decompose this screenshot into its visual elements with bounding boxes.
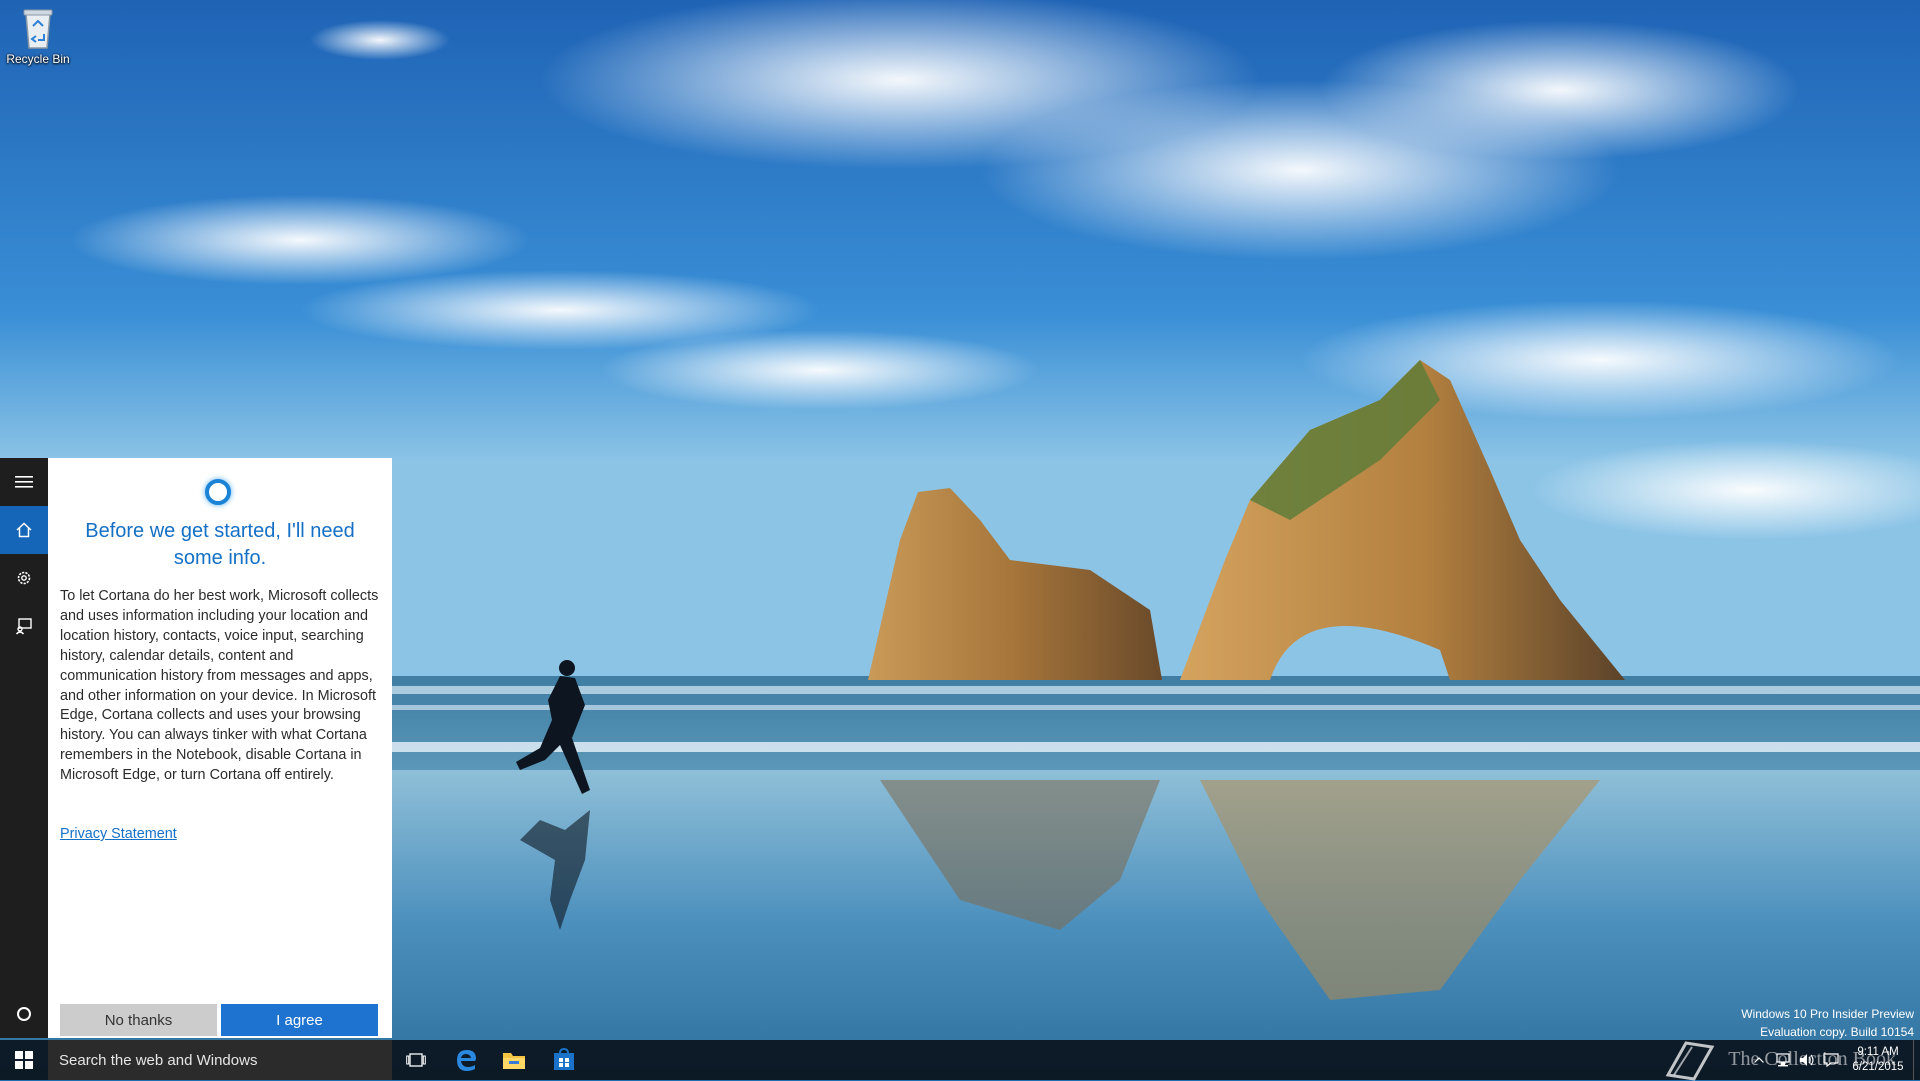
- cortana-side-rail: [0, 458, 48, 1038]
- panel-title: Before we get started, I'll need some in…: [85, 520, 355, 569]
- cortana-consent-panel: Before we get started, I'll need some in…: [48, 458, 392, 1038]
- cortana-circle-icon: [17, 1007, 31, 1021]
- taskbar: Search the web and Windows 9:11 AM 6/21/…: [0, 1040, 1920, 1080]
- windows-logo-icon: [15, 1051, 33, 1069]
- search-input[interactable]: Search the web and Windows: [48, 1040, 392, 1080]
- hamburger-menu-button[interactable]: [0, 458, 48, 506]
- action-center-button[interactable]: [1819, 1040, 1843, 1080]
- edge-button[interactable]: [442, 1040, 490, 1080]
- i-agree-button[interactable]: I agree: [221, 1004, 378, 1036]
- recycle-bin-desktop-icon[interactable]: Recycle Bin: [2, 6, 74, 66]
- evaluation-watermark: Windows 10 Pro Insider Preview Evaluatio…: [1741, 1005, 1914, 1041]
- edition-text: Windows 10 Pro Insider Preview: [1741, 1007, 1914, 1021]
- show-desktop-button[interactable]: [1913, 1040, 1920, 1080]
- file-explorer-button[interactable]: [490, 1040, 538, 1080]
- privacy-statement-link[interactable]: Privacy Statement: [60, 826, 177, 842]
- recycle-bin-label: Recycle Bin: [6, 52, 70, 66]
- recycle-bin-icon: [23, 9, 53, 49]
- clock[interactable]: 9:11 AM 6/21/2015: [1843, 1045, 1913, 1075]
- cortana-logo-icon: [205, 479, 231, 505]
- chevron-up-icon: [1754, 1057, 1764, 1063]
- feedback-icon: [15, 618, 32, 635]
- build-text: Evaluation copy. Build 10154: [1760, 1025, 1914, 1039]
- volume-icon: [1800, 1054, 1814, 1066]
- edge-icon: [457, 1050, 476, 1071]
- task-view-button[interactable]: [392, 1040, 440, 1080]
- action-center-icon: [1823, 1053, 1839, 1067]
- system-tray: 9:11 AM 6/21/2015: [1747, 1040, 1920, 1080]
- no-thanks-button[interactable]: No thanks: [60, 1004, 217, 1036]
- clock-time: 9:11 AM: [1857, 1046, 1899, 1058]
- file-explorer-icon: [503, 1053, 525, 1069]
- task-view-icon: [406, 1053, 426, 1067]
- feedback-button[interactable]: [0, 602, 48, 650]
- store-icon: [554, 1048, 574, 1070]
- network-button[interactable]: [1771, 1040, 1795, 1080]
- home-icon: [16, 522, 32, 538]
- settings-button[interactable]: [0, 554, 48, 602]
- hamburger-icon: [15, 476, 33, 488]
- start-button[interactable]: [0, 1040, 48, 1080]
- volume-button[interactable]: [1795, 1040, 1819, 1080]
- home-button[interactable]: [0, 506, 48, 554]
- store-button[interactable]: [540, 1040, 588, 1080]
- show-hidden-icons-button[interactable]: [1747, 1040, 1771, 1080]
- clock-date: 6/21/2015: [1852, 1061, 1904, 1073]
- cortana-button[interactable]: [0, 990, 48, 1038]
- network-icon: [1776, 1053, 1790, 1067]
- consent-text: To let Cortana do her best work, Microso…: [60, 588, 379, 784]
- gear-icon: [17, 571, 31, 585]
